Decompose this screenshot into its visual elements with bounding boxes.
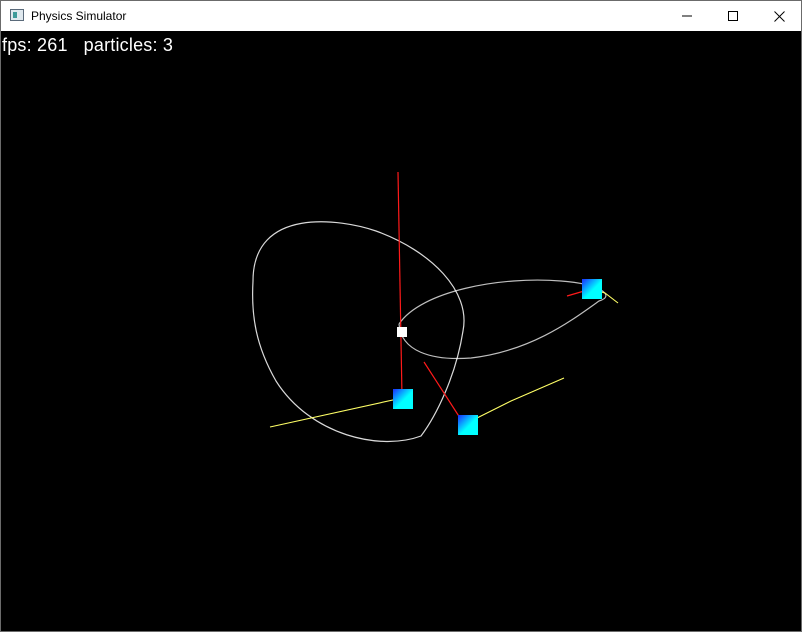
maximize-button[interactable] — [710, 1, 756, 31]
simulation-scene — [252, 171, 619, 443]
window-title: Physics Simulator — [31, 9, 127, 23]
title-bar[interactable]: Physics Simulator — [1, 1, 801, 31]
motion-trail-2 — [466, 377, 565, 424]
maximize-icon — [728, 11, 738, 21]
motion-trail-1 — [269, 397, 403, 428]
center-mass — [397, 327, 407, 337]
app-window: Physics Simulator fps: 261 particles: 3 — [0, 0, 802, 632]
particle[interactable] — [582, 279, 602, 299]
particle[interactable] — [393, 389, 413, 409]
velocity-vector-1 — [397, 171, 403, 398]
velocity-vector-2 — [423, 361, 463, 422]
minimize-button[interactable] — [664, 1, 710, 31]
particles-label: particles: — [83, 35, 158, 55]
fps-label: fps: — [2, 35, 32, 55]
particle[interactable] — [458, 415, 478, 435]
fps-value: 261 — [37, 35, 68, 55]
minimize-icon — [682, 11, 692, 21]
close-icon — [773, 10, 785, 22]
close-button[interactable] — [756, 1, 802, 31]
particles-value: 3 — [162, 35, 174, 55]
stats-overlay: fps: 261 particles: 3 — [2, 35, 173, 56]
orbit-trail-ellipse — [398, 279, 607, 360]
orbit-trail-large — [252, 221, 465, 443]
simulation-canvas[interactable]: fps: 261 particles: 3 — [1, 31, 801, 631]
app-icon — [10, 9, 24, 21]
